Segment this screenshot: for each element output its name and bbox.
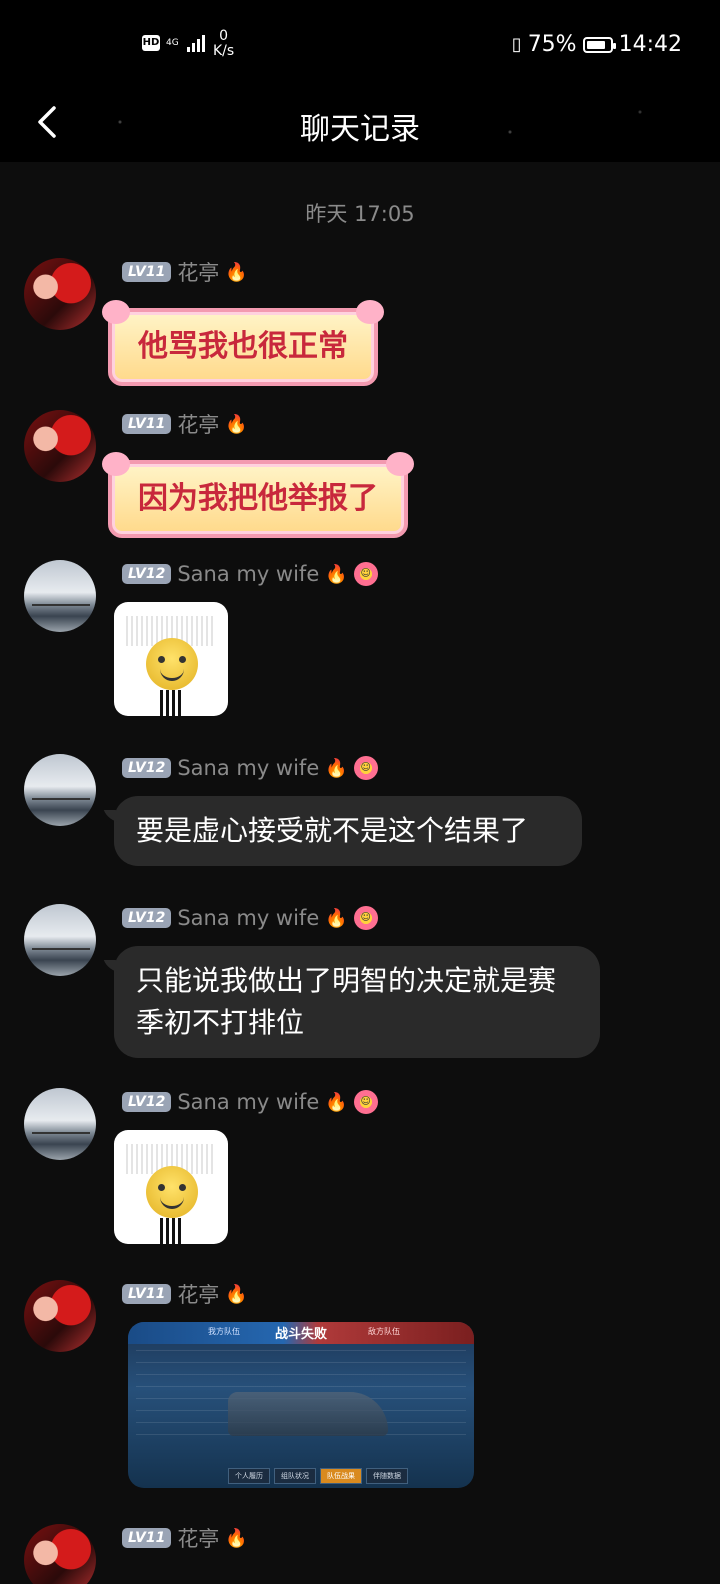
decorated-message-bubble[interactable]: 他骂我也很正常	[102, 300, 384, 386]
sender-meta: LV12 Sana my wife 🔥 ☺	[122, 754, 378, 782]
top-bar: 聊天记录	[0, 92, 720, 162]
level-badge: LV12	[122, 1092, 172, 1112]
page-title: 聊天记录	[300, 112, 420, 147]
sender-meta: LV11 花亭 🔥	[122, 410, 248, 438]
flower-badge-icon: ☺	[353, 562, 378, 586]
message-text: 他骂我也很正常	[138, 329, 348, 364]
signal-icon	[186, 34, 205, 52]
sender-name: Sana my wife	[177, 1090, 320, 1114]
vibrate-icon: ▯	[511, 34, 522, 55]
screenshot-tab: 个人履历	[228, 1468, 270, 1484]
battery-icon	[582, 36, 616, 53]
speed-unit: K/s	[213, 43, 235, 59]
sender-name: 花亭	[177, 1283, 220, 1307]
fire-icon: 🔥	[225, 261, 248, 283]
sticker-image[interactable]	[114, 602, 228, 716]
fire-icon: 🔥	[225, 1527, 248, 1549]
screenshot-tabs: 个人履历 组队状况 队伍战果 伴随数据	[228, 1468, 408, 1484]
level-badge: LV11	[122, 414, 172, 434]
level-badge: LV12	[122, 908, 172, 928]
message-text: 因为我把他举报了	[138, 481, 378, 516]
fire-icon: 🔥	[325, 757, 348, 779]
flower-badge-icon: ☺	[353, 756, 378, 780]
battery-percent: 75%	[527, 32, 577, 57]
speed-value: 0	[219, 28, 229, 44]
avatar[interactable]	[24, 1280, 96, 1352]
network-speed: 0 K/s	[213, 29, 234, 59]
screenshot-tab: 组队状况	[274, 1468, 316, 1484]
sender-name: Sana my wife	[177, 562, 320, 586]
message-bubble[interactable]: 只能说我做出了明智的决定就是赛季初不打排位	[114, 946, 600, 1058]
sender-meta: LV11 花亭 🔥	[122, 258, 248, 286]
avatar[interactable]	[24, 1088, 96, 1160]
timestamp: 昨天 17:05	[305, 202, 415, 226]
screenshot-tab: 伴随数据	[366, 1468, 408, 1484]
network-type: 4G	[166, 37, 179, 48]
fire-icon: 🔥	[225, 1283, 248, 1305]
battle-result-title: 战斗失败	[274, 1327, 327, 1342]
game-screenshot-image[interactable]: 我方队伍 战斗失败 敌方队伍 个人履历 组队状况 队伍战果 伴随数据	[128, 1322, 474, 1488]
screenshot-tab: 队伍战果	[320, 1468, 362, 1484]
avatar[interactable]	[24, 410, 96, 482]
status-right: ▯ 75% 14:42	[512, 32, 682, 57]
sender-name: 花亭	[177, 413, 220, 437]
avatar[interactable]	[24, 258, 96, 330]
sender-name: 花亭	[177, 1527, 220, 1551]
sender-meta: LV12 Sana my wife 🔥 ☺	[122, 904, 378, 932]
right-team-label: 敌方队伍	[368, 1327, 400, 1336]
sender-name: 花亭	[177, 261, 220, 285]
sticker-image[interactable]	[114, 1130, 228, 1244]
avatar[interactable]	[24, 904, 96, 976]
status-left: HD 4G	[142, 34, 205, 52]
level-badge: LV11	[122, 262, 172, 282]
sender-meta: LV11 花亭 🔥	[122, 1280, 248, 1308]
clock: 14:42	[618, 32, 682, 57]
hd-icon: HD	[142, 35, 160, 51]
fire-icon: 🔥	[325, 563, 348, 585]
decorated-message-bubble[interactable]: 因为我把他举报了	[102, 452, 414, 538]
avatar[interactable]	[24, 560, 96, 632]
status-bar: HD 4G 0 K/s ▯ 75% 14:42	[0, 0, 720, 92]
level-badge: LV12	[122, 564, 172, 584]
level-badge: LV12	[122, 758, 172, 778]
sender-meta: LV12 Sana my wife 🔥 ☺	[122, 1088, 378, 1116]
avatar[interactable]	[24, 754, 96, 826]
sender-meta: LV11 花亭 🔥	[122, 1524, 248, 1552]
sender-meta: LV12 Sana my wife 🔥 ☺	[122, 560, 378, 588]
message-bubble[interactable]: 要是虚心接受就不是这个结果了	[114, 796, 582, 866]
fire-icon: 🔥	[325, 907, 348, 929]
avatar[interactable]	[24, 1524, 96, 1584]
sender-name: Sana my wife	[177, 906, 320, 930]
sender-name: Sana my wife	[177, 756, 320, 780]
fire-icon: 🔥	[325, 1091, 348, 1113]
message-text: 要是虚心接受就不是这个结果了	[136, 814, 529, 847]
message-text: 只能说我做出了明智的决定就是赛季初不打排位	[136, 964, 557, 1039]
fire-icon: 🔥	[225, 413, 248, 435]
flower-badge-icon: ☺	[353, 906, 378, 930]
level-badge: LV11	[122, 1528, 172, 1548]
flower-badge-icon: ☺	[353, 1090, 378, 1114]
chat-history[interactable]: 昨天 17:05 LV11 花亭 🔥 他骂我也很正常 LV11 花亭 🔥 因为我…	[0, 162, 720, 1584]
level-badge: LV11	[122, 1284, 172, 1304]
